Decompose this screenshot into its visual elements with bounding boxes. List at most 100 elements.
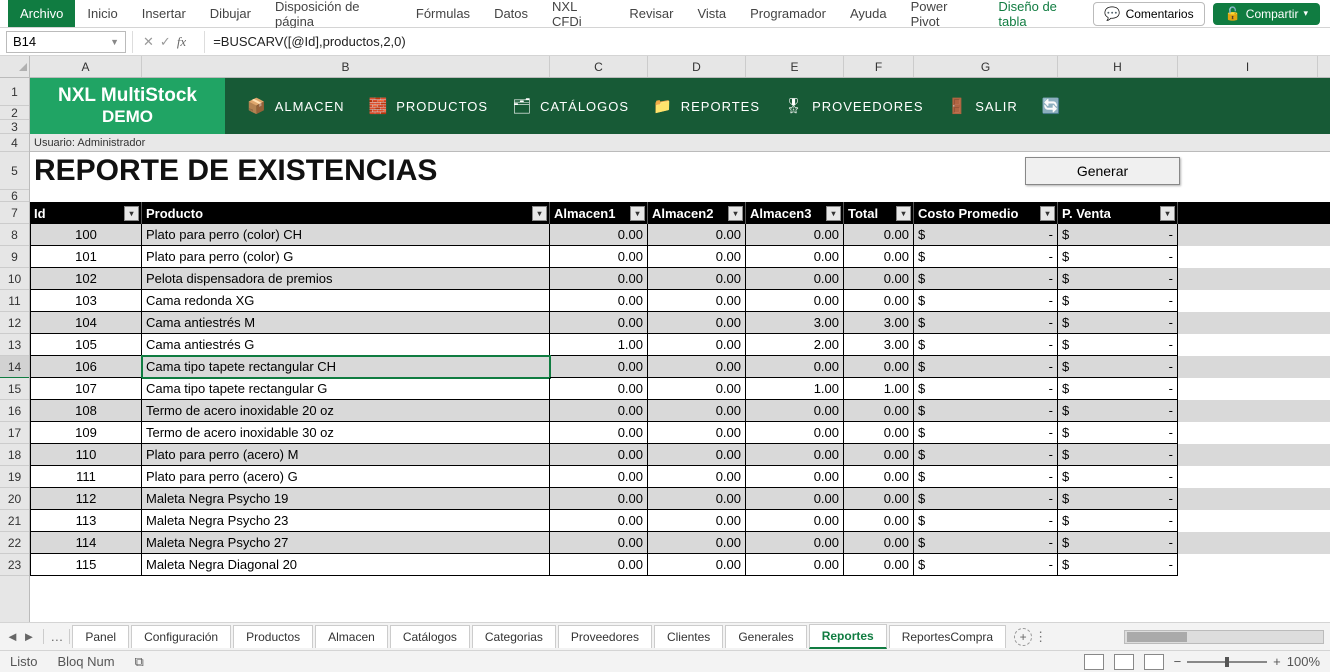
cell-costo[interactable]: $- <box>914 510 1058 532</box>
cell-id[interactable]: 102 <box>30 268 142 290</box>
sheet-tab-reportescompra[interactable]: ReportesCompra <box>889 625 1006 648</box>
row-header-15[interactable]: 15 <box>0 378 29 400</box>
cell-venta[interactable]: $- <box>1058 290 1178 312</box>
cell-a1[interactable]: 0.00 <box>550 488 648 510</box>
th-almacen3[interactable]: Almacen3▾ <box>746 202 844 224</box>
cell-venta[interactable]: $- <box>1058 532 1178 554</box>
cell-a1[interactable]: 0.00 <box>550 554 648 576</box>
cell-costo[interactable]: $- <box>914 334 1058 356</box>
filter-icon[interactable]: ▾ <box>1160 206 1175 221</box>
cell-a2[interactable]: 0.00 <box>648 400 746 422</box>
col-header-F[interactable]: F <box>844 56 914 77</box>
sheet-tab-categorias[interactable]: Categorias <box>472 625 556 648</box>
cell-costo[interactable]: $- <box>914 400 1058 422</box>
cell-a3[interactable]: 0.00 <box>746 268 844 290</box>
cell-a1[interactable]: 0.00 <box>550 532 648 554</box>
sheet-tab-generales[interactable]: Generales <box>725 625 806 648</box>
cell-a3[interactable]: 0.00 <box>746 400 844 422</box>
fx-icon[interactable]: fx <box>177 34 194 50</box>
cell-venta[interactable]: $- <box>1058 422 1178 444</box>
cell-id[interactable]: 105 <box>30 334 142 356</box>
cell-a2[interactable]: 0.00 <box>648 224 746 246</box>
cell-a2[interactable]: 0.00 <box>648 554 746 576</box>
cell-producto[interactable]: Plato para perro (acero) G <box>142 466 550 488</box>
cell-total[interactable]: 0.00 <box>844 554 914 576</box>
cell-a1[interactable]: 0.00 <box>550 224 648 246</box>
cell-id[interactable]: 109 <box>30 422 142 444</box>
cell-costo[interactable]: $- <box>914 488 1058 510</box>
nav-productos[interactable]: 🧱PRODUCTOS <box>369 97 489 115</box>
cell-id[interactable]: 115 <box>30 554 142 576</box>
cell-a3[interactable]: 0.00 <box>746 422 844 444</box>
cell-a3[interactable]: 0.00 <box>746 466 844 488</box>
filter-icon[interactable]: ▾ <box>728 206 743 221</box>
row-header-22[interactable]: 22 <box>0 532 29 554</box>
th-p-venta[interactable]: P. Venta▾ <box>1058 202 1178 224</box>
cell-a3[interactable]: 0.00 <box>746 532 844 554</box>
cell-producto[interactable]: Maleta Negra Psycho 27 <box>142 532 550 554</box>
cell-costo[interactable]: $- <box>914 554 1058 576</box>
col-header-E[interactable]: E <box>746 56 844 77</box>
cell-venta[interactable]: $- <box>1058 444 1178 466</box>
filter-icon[interactable]: ▾ <box>124 206 139 221</box>
cell-producto[interactable]: Maleta Negra Psycho 23 <box>142 510 550 532</box>
cell-a3[interactable]: 0.00 <box>746 510 844 532</box>
filter-icon[interactable]: ▾ <box>1040 206 1055 221</box>
cell-venta[interactable]: $- <box>1058 312 1178 334</box>
cancel-icon[interactable]: ✕ <box>143 34 154 50</box>
cell-a2[interactable]: 0.00 <box>648 422 746 444</box>
cell-costo[interactable]: $- <box>914 268 1058 290</box>
cell-a3[interactable]: 0.00 <box>746 356 844 378</box>
cell-venta[interactable]: $- <box>1058 466 1178 488</box>
cell-costo[interactable]: $- <box>914 246 1058 268</box>
cell-venta[interactable]: $- <box>1058 246 1178 268</box>
tab-overflow[interactable]: … <box>43 629 70 644</box>
select-all-corner[interactable] <box>0 56 29 78</box>
cell-venta[interactable]: $- <box>1058 224 1178 246</box>
cell-producto[interactable]: Plato para perro (acero) M <box>142 444 550 466</box>
cell-total[interactable]: 0.00 <box>844 488 914 510</box>
zoom-slider[interactable]: − + 100% <box>1174 654 1320 669</box>
nav-almacen[interactable]: 📦ALMACEN <box>247 97 345 115</box>
cell-costo[interactable]: $- <box>914 444 1058 466</box>
row-header-5[interactable]: 5 <box>0 152 29 190</box>
cell-id[interactable]: 103 <box>30 290 142 312</box>
cell-costo[interactable]: $- <box>914 224 1058 246</box>
cell-id[interactable]: 114 <box>30 532 142 554</box>
cell-total[interactable]: 0.00 <box>844 422 914 444</box>
row-header-11[interactable]: 11 <box>0 290 29 312</box>
cell-a1[interactable]: 0.00 <box>550 356 648 378</box>
cell-producto[interactable]: Cama tipo tapete rectangular CH <box>142 356 550 378</box>
row-header-14[interactable]: 14 <box>0 356 29 378</box>
cell-id[interactable]: 112 <box>30 488 142 510</box>
cell-a2[interactable]: 0.00 <box>648 488 746 510</box>
cell-venta[interactable]: $- <box>1058 488 1178 510</box>
ribbon-tab-nxl-cfdi[interactable]: NXL CFDi <box>540 0 617 27</box>
cell-venta[interactable]: $- <box>1058 510 1178 532</box>
cell-id[interactable]: 106 <box>30 356 142 378</box>
cell-id[interactable]: 107 <box>30 378 142 400</box>
cell-a2[interactable]: 0.00 <box>648 444 746 466</box>
row-header-18[interactable]: 18 <box>0 444 29 466</box>
cell-a2[interactable]: 0.00 <box>648 334 746 356</box>
col-header-A[interactable]: A <box>30 56 142 77</box>
col-header-D[interactable]: D <box>648 56 746 77</box>
row-header-1[interactable]: 1 <box>0 78 29 106</box>
tab-nav-arrows[interactable]: ◄ ► <box>6 629 41 644</box>
nav-reportes[interactable]: 📁REPORTES <box>653 97 760 115</box>
cell-producto[interactable]: Cama redonda XG <box>142 290 550 312</box>
ribbon-tab-disposición-de-página[interactable]: Disposición de página <box>263 0 404 27</box>
view-normal-button[interactable] <box>1084 654 1104 670</box>
cell-id[interactable]: 101 <box>30 246 142 268</box>
add-sheet-button[interactable]: + <box>1014 628 1032 646</box>
cell-producto[interactable]: Termo de acero inoxidable 30 oz <box>142 422 550 444</box>
row-header-6[interactable]: 6 <box>0 190 29 202</box>
cell-venta[interactable]: $- <box>1058 400 1178 422</box>
filter-icon[interactable]: ▾ <box>532 206 547 221</box>
row-header-3[interactable]: 3 <box>0 120 29 134</box>
cell-a2[interactable]: 0.00 <box>648 356 746 378</box>
cell-id[interactable]: 110 <box>30 444 142 466</box>
cell-a3[interactable]: 0.00 <box>746 290 844 312</box>
ribbon-tab-insertar[interactable]: Insertar <box>130 0 198 27</box>
col-header-H[interactable]: H <box>1058 56 1178 77</box>
